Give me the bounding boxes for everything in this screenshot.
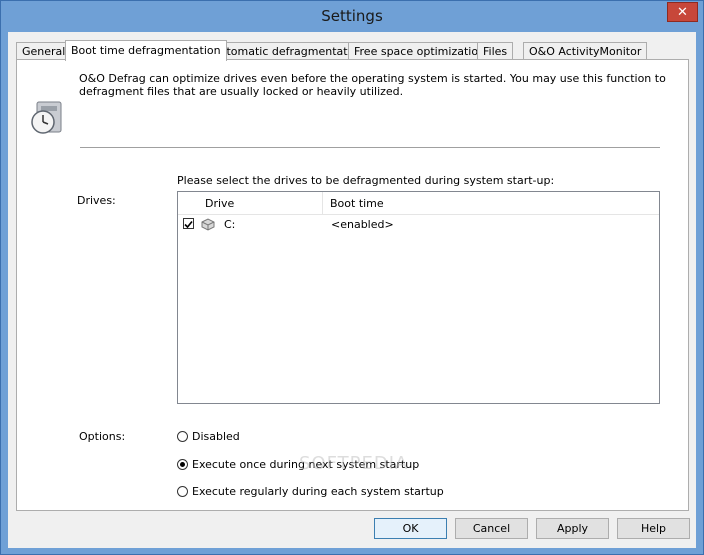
radio-on-icon — [177, 459, 188, 470]
table-row[interactable]: C: <enabled> — [178, 215, 659, 233]
tab-general-label: General — [22, 45, 66, 58]
column-header-drive[interactable]: Drive — [205, 197, 234, 210]
hard-drive-icon — [201, 218, 215, 231]
tab-boot-time-defragmentation[interactable]: Boot time defragmentation — [65, 40, 227, 61]
description-text: O&O Defrag can optimize drives even befo… — [79, 72, 666, 98]
drive-cell: C: — [224, 218, 236, 231]
column-divider[interactable] — [322, 192, 323, 214]
apply-label: Apply — [556, 522, 589, 535]
option-disabled-radio[interactable]: Disabled — [177, 430, 240, 443]
ok-button[interactable]: OK — [374, 518, 447, 539]
watermark: SOFTPEDIA — [299, 453, 409, 474]
tab-files-label: Files — [483, 45, 508, 58]
help-button[interactable]: Help — [617, 518, 690, 539]
close-button[interactable]: ✕ — [667, 2, 698, 22]
option-disabled-label: Disabled — [192, 430, 240, 443]
separator-line — [80, 147, 660, 148]
drives-prompt: Please select the drives to be defragmen… — [177, 174, 555, 187]
close-icon: ✕ — [677, 4, 688, 20]
drives-list-header: Drive Boot time — [178, 192, 659, 215]
option-execute-regularly-label: Execute regularly during each system sta… — [192, 485, 444, 498]
tab-boot-label: Boot time defragmentation — [71, 44, 221, 57]
options-label: Options: — [79, 430, 126, 443]
cancel-label: Cancel — [472, 522, 511, 535]
tab-free-space-optimizations[interactable]: Free space optimizations — [348, 42, 497, 60]
window-title: Settings — [321, 7, 383, 25]
ok-label: OK — [402, 522, 419, 535]
help-label: Help — [640, 522, 667, 535]
drives-label: Drives: — [77, 194, 116, 207]
radio-off-icon — [177, 431, 188, 442]
boot-time-cell: <enabled> — [331, 218, 394, 231]
apply-button[interactable]: Apply — [536, 518, 609, 539]
tab-activity-label: O&O ActivityMonitor — [529, 45, 642, 58]
dialog-client: General Boot time defragmentation Automa… — [8, 32, 696, 548]
title-bar[interactable]: Settings ✕ — [1, 1, 703, 31]
drives-list[interactable]: Drive Boot time C: <enabled> — [177, 191, 660, 404]
tab-activity-monitor[interactable]: O&O ActivityMonitor — [523, 42, 648, 60]
cancel-button[interactable]: Cancel — [455, 518, 528, 539]
option-execute-regularly-radio[interactable]: Execute regularly during each system sta… — [177, 485, 444, 498]
boot-time-panel: O&O Defrag can optimize drives even befo… — [16, 59, 689, 511]
tab-automatic-defragmentation[interactable]: Automatic defragmentation — [206, 42, 371, 60]
tab-automatic-label: Automatic defragmentation — [212, 45, 365, 58]
radio-off-icon — [177, 486, 188, 497]
tab-free-space-label: Free space optimizations — [354, 45, 491, 58]
drive-checkbox[interactable] — [183, 218, 194, 229]
column-header-boot-time[interactable]: Boot time — [330, 197, 384, 210]
tab-files[interactable]: Files — [477, 42, 514, 60]
tab-general[interactable]: General — [16, 42, 72, 60]
checkmark-icon — [184, 220, 193, 229]
settings-window: Settings ✕ General Boot time defragmenta… — [0, 0, 704, 555]
clock-icon — [31, 101, 62, 134]
